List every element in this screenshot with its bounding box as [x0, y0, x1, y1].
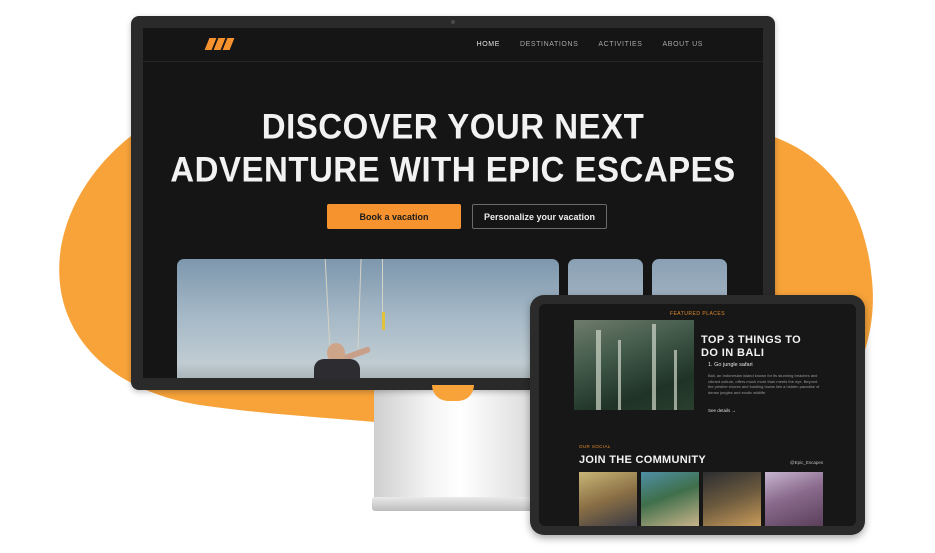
featured-places-label: FEATURED PLACES — [669, 311, 726, 317]
monitor-stand — [374, 388, 532, 500]
monitor-stand-base — [372, 497, 534, 511]
personalize-vacation-button[interactable]: Personalize your vacation — [472, 204, 607, 229]
community-photo[interactable] — [703, 472, 761, 526]
nav-link-activities[interactable]: ACTIVITIES — [598, 41, 642, 48]
our-social-label: OUR SOCIAL — [579, 444, 611, 449]
featured-title-line-2: DO IN BALI — [701, 347, 765, 359]
social-handle-link[interactable]: @Epic_Escapes — [790, 460, 823, 465]
hero-title: DISCOVER YOUR NEXT ADVENTURE WITH EPIC E… — [143, 105, 763, 191]
bali-jungle-image — [574, 320, 694, 410]
hero-title-line-2: ADVENTURE WITH EPIC ESCAPES — [170, 149, 736, 190]
featured-description: Bali, an Indonesian island known for its… — [708, 373, 820, 395]
nav-link-destinations[interactable]: DESTINATIONS — [520, 41, 578, 48]
community-photo[interactable] — [579, 472, 637, 526]
nav-links: HOME DESTINATIONS ACTIVITIES ABOUT US — [477, 41, 703, 48]
hero-title-line-1: DISCOVER YOUR NEXT — [261, 105, 645, 146]
book-vacation-button[interactable]: Book a vacation — [327, 204, 461, 229]
featured-title: TOP 3 THINGS TO DO IN BALI — [701, 334, 801, 360]
community-photo-grid — [579, 472, 823, 526]
featured-title-line-1: TOP 3 THINGS TO — [701, 334, 802, 346]
nav-link-about-us[interactable]: ABOUT US — [663, 41, 703, 48]
join-community-title: JOIN THE COMMUNITY — [579, 454, 707, 466]
kitesurf-hero-image — [177, 259, 559, 378]
tablet-screen: FEATURED PLACES TOP 3 THINGS TO DO IN BA… — [539, 304, 856, 526]
featured-item-heading: 1. Go jungle safari — [708, 362, 753, 368]
see-details-link[interactable]: See details → — [708, 408, 736, 413]
nav-link-home[interactable]: HOME — [477, 41, 500, 48]
community-photo[interactable] — [641, 472, 699, 526]
tablet-device: FEATURED PLACES TOP 3 THINGS TO DO IN BA… — [530, 295, 865, 535]
brand-stripes-icon[interactable] — [204, 38, 235, 50]
community-photo[interactable] — [765, 472, 823, 526]
top-navigation: HOME DESTINATIONS ACTIVITIES ABOUT US — [143, 28, 763, 62]
camera-dot — [451, 20, 455, 24]
